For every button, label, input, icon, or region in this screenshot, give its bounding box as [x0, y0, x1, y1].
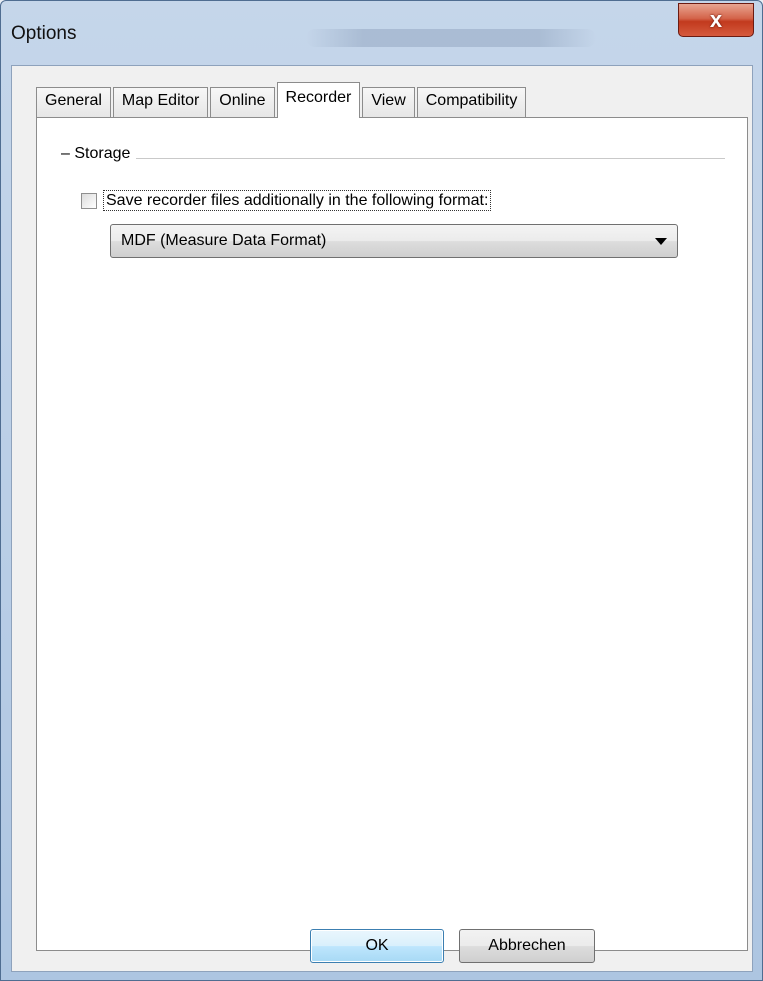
chevron-down-icon	[655, 238, 667, 245]
ok-button[interactable]: OK	[310, 929, 444, 963]
format-select[interactable]: MDF (Measure Data Format)	[110, 224, 678, 258]
tab-online[interactable]: Online	[210, 87, 275, 117]
tab-strip: General Map Editor Online Recorder View …	[36, 82, 528, 118]
tab-map-editor[interactable]: Map Editor	[112, 87, 209, 117]
close-button[interactable]: x	[678, 3, 754, 37]
format-select-value: MDF (Measure Data Format)	[121, 232, 327, 249]
window-title: Options	[11, 23, 77, 44]
cancel-button[interactable]: Abbrechen	[459, 929, 595, 963]
storage-group-label: Storage	[74, 145, 131, 162]
tab-general[interactable]: General	[36, 87, 111, 117]
recorder-tab-panel: – Storage Save recorder files additional…	[36, 117, 748, 951]
blurred-title-background	[306, 29, 596, 47]
close-icon: x	[709, 7, 723, 32]
title-bar[interactable]: Options x	[1, 1, 762, 63]
save-additional-format-label[interactable]: Save recorder files additionally in the …	[103, 190, 492, 211]
storage-group-title: – Storage	[61, 145, 137, 163]
storage-group-divider	[61, 158, 725, 159]
options-dialog-window: Options x General Map Editor Online Reco…	[0, 0, 763, 981]
tab-recorder[interactable]: Recorder	[276, 82, 361, 118]
tab-compatibility[interactable]: Compatibility	[416, 87, 527, 117]
save-additional-format-checkbox[interactable]	[81, 193, 97, 209]
tab-view[interactable]: View	[362, 87, 415, 117]
dialog-client-area: General Map Editor Online Recorder View …	[11, 65, 753, 972]
